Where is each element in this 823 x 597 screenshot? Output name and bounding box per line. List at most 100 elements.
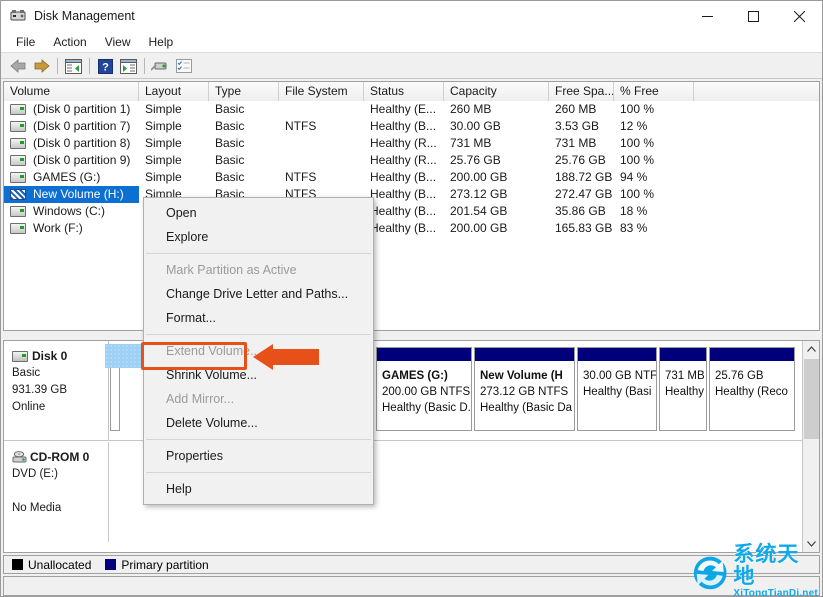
context-menu-separator — [146, 334, 371, 335]
pane-splitter[interactable] — [3, 332, 820, 340]
show-hide-action-pane-icon[interactable] — [117, 55, 140, 77]
volume-list-pane: VolumeLayoutTypeFile SystemStatusCapacit… — [3, 81, 820, 331]
cell-layout: Simple — [139, 152, 209, 169]
volume-icon-selected — [10, 189, 26, 200]
table-row[interactable]: (Disk 0 partition 1)SimpleBasicHealthy (… — [4, 101, 819, 118]
show-hide-console-tree-icon[interactable] — [62, 55, 85, 77]
watermark: 系统天地 XiTongTianDi.net — [690, 550, 818, 594]
column-header-file-system[interactable]: File System — [279, 82, 364, 101]
rescan-disks-icon[interactable] — [149, 55, 172, 77]
watermark-text-en: XiTongTianDi.net — [733, 588, 818, 597]
context-menu-item-delete-volume[interactable]: Delete Volume... — [144, 411, 373, 435]
cell-file-system — [279, 135, 364, 152]
table-row[interactable]: (Disk 0 partition 7)SimpleBasicNTFSHealt… — [4, 118, 819, 135]
column-header-volume[interactable]: Volume — [4, 82, 139, 101]
volume-label: (Disk 0 partition 9) — [30, 152, 133, 169]
svg-text:?: ? — [102, 61, 109, 73]
partition-status: Healthy (Basic Da — [480, 400, 570, 416]
partition-block[interactable]: 30.00 GB NTF!Healthy (Basi — [577, 347, 657, 431]
scrollbar-thumb[interactable] — [804, 359, 819, 439]
partition-type-bar — [475, 348, 574, 362]
disk-info-cdrom0[interactable]: CD-ROM 0 DVD (E:) No Media — [4, 442, 109, 542]
context-menu-item-properties[interactable]: Properties — [144, 444, 373, 468]
maximize-button[interactable] — [730, 1, 776, 31]
cell-file-system — [279, 101, 364, 118]
minimize-button[interactable] — [684, 1, 730, 31]
table-row[interactable]: (Disk 0 partition 8)SimpleBasicHealthy (… — [4, 135, 819, 152]
column-header-layout[interactable]: Layout — [139, 82, 209, 101]
disk-row: CD-ROM 0 DVD (E:) No Media — [4, 442, 802, 542]
volume-icon — [10, 155, 26, 166]
column-header-status[interactable]: Status — [364, 82, 444, 101]
cell-capacity: 200.00 GB — [444, 169, 549, 186]
scroll-up-arrow-icon[interactable] — [803, 341, 819, 358]
cell-free-space: 272.47 GB — [549, 186, 614, 203]
close-button[interactable] — [776, 1, 822, 31]
help-icon[interactable]: ? — [94, 55, 117, 77]
table-row[interactable]: Windows (C:)SimpleBasicNTFSHealthy (B...… — [4, 203, 819, 220]
volume-label: Work (F:) — [30, 220, 86, 237]
back-icon[interactable] — [7, 55, 30, 77]
partition-block[interactable]: 25.76 GBHealthy (Reco — [709, 347, 795, 431]
partition-name: GAMES (G:) — [382, 368, 467, 384]
toolbar-separator — [144, 58, 145, 74]
context-menu-item-help[interactable]: Help — [144, 477, 373, 501]
cell-capacity: 731 MB — [444, 135, 549, 152]
disk-pane-scrollbar[interactable] — [802, 341, 819, 552]
column-header-type[interactable]: Type — [209, 82, 279, 101]
disk-size: 931.39 GB — [12, 382, 108, 399]
cell-percent-free: 12 % — [614, 118, 694, 135]
cell-layout: Simple — [139, 118, 209, 135]
column-header-free[interactable]: % Free — [614, 82, 694, 101]
disk-type: DVD (E:) — [12, 466, 108, 483]
menu-item-help[interactable]: Help — [140, 32, 183, 52]
cell-file-system: NTFS — [279, 169, 364, 186]
partition-block[interactable]: New Volume (H273.12 GB NTFSHealthy (Basi… — [474, 347, 575, 431]
volume-icon — [10, 138, 26, 149]
partition-size: 273.12 GB NTFS — [480, 384, 570, 400]
table-row[interactable]: Work (F:)SimpleBasicNTFSHealthy (B...200… — [4, 220, 819, 237]
menu-item-file[interactable]: File — [7, 32, 44, 52]
cell-type: Basic — [209, 101, 279, 118]
cell-capacity: 25.76 GB — [444, 152, 549, 169]
column-header-free-spa[interactable]: Free Spa... — [549, 82, 614, 101]
column-header-blank[interactable] — [694, 82, 820, 101]
partition-type-bar — [710, 348, 794, 362]
partition-status: Healthy — [665, 384, 702, 400]
context-menu-item-explore[interactable]: Explore — [144, 225, 373, 249]
context-menu-item-change-drive-letter-and-paths[interactable]: Change Drive Letter and Paths... — [144, 282, 373, 306]
disk-title: CD-ROM 0 — [12, 449, 108, 466]
disk-info-disk0[interactable]: Disk 0 Basic 931.39 GB Online — [4, 341, 109, 440]
cell-layout: Simple — [139, 101, 209, 118]
cell-free-space: 260 MB — [549, 101, 614, 118]
cell-percent-free: 100 % — [614, 186, 694, 203]
title-bar: Disk Management — [1, 1, 822, 31]
table-row[interactable]: GAMES (G:)SimpleBasicNTFSHealthy (B...20… — [4, 169, 819, 186]
partition-details: 731 MBHealthy — [660, 362, 706, 400]
properties-icon[interactable] — [172, 55, 195, 77]
disk-management-icon — [10, 8, 26, 24]
disk-management-window: Disk Management File Action View Help — [0, 0, 823, 597]
partition-block[interactable]: GAMES (G:)200.00 GB NTFSHealthy (Basic D… — [376, 347, 472, 431]
column-header-capacity[interactable]: Capacity — [444, 82, 549, 101]
volume-icon — [10, 206, 26, 217]
partition-size: 25.76 GB — [715, 368, 790, 384]
volume-label: (Disk 0 partition 8) — [30, 135, 133, 152]
context-menu-item-format[interactable]: Format... — [144, 306, 373, 330]
cell-volume: (Disk 0 partition 1) — [4, 101, 139, 118]
context-menu-item-open[interactable]: Open — [144, 201, 373, 225]
cell-percent-free: 100 % — [614, 152, 694, 169]
table-row[interactable]: New Volume (H:)SimpleBasicNTFSHealthy (B… — [4, 186, 819, 203]
cell-percent-free: 83 % — [614, 220, 694, 237]
legend-swatch-primary — [105, 559, 116, 570]
table-row[interactable]: (Disk 0 partition 9)SimpleBasicHealthy (… — [4, 152, 819, 169]
context-menu-item-mark-partition-as-active: Mark Partition as Active — [144, 258, 373, 282]
cell-status: Healthy (R... — [364, 152, 444, 169]
forward-icon[interactable] — [30, 55, 53, 77]
menu-item-view[interactable]: View — [96, 32, 140, 52]
menu-item-action[interactable]: Action — [44, 32, 95, 52]
cell-capacity: 30.00 GB — [444, 118, 549, 135]
partition-block[interactable]: 731 MBHealthy — [659, 347, 707, 431]
partition-details: 30.00 GB NTF!Healthy (Basi — [578, 362, 656, 400]
toolbar-separator — [89, 58, 90, 74]
